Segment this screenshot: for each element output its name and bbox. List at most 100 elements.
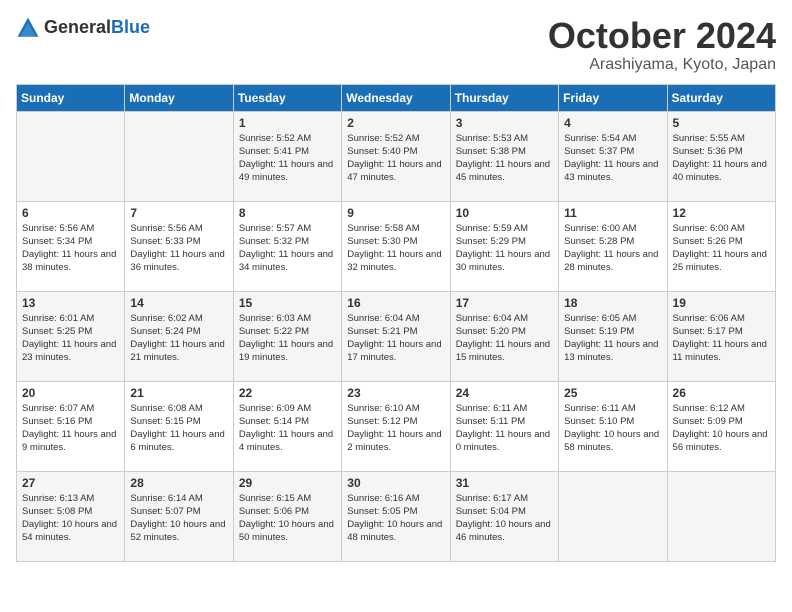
day-number: 30 [347, 476, 444, 490]
day-info: Sunrise: 6:08 AM Sunset: 5:15 PM Dayligh… [130, 402, 227, 455]
day-info: Sunrise: 6:14 AM Sunset: 5:07 PM Dayligh… [130, 492, 227, 545]
calendar-week-row: 6Sunrise: 5:56 AM Sunset: 5:34 PM Daylig… [17, 201, 776, 291]
day-info: Sunrise: 6:02 AM Sunset: 5:24 PM Dayligh… [130, 312, 227, 365]
calendar-cell: 9 Sunrise: 5:58 AM Sunset: 5:30 PM Daylig… [342, 201, 450, 291]
day-info: Sunrise: 6:12 AM Sunset: 5:09 PM Dayligh… [673, 402, 770, 455]
calendar-week-row: 20 Sunrise: 6:07 AM Sunset: 5:16 PM Dayli… [17, 381, 776, 471]
day-info: Sunrise: 5:55 AM Sunset: 5:36 PM Dayligh… [673, 132, 770, 185]
calendar-cell: 30 Sunrise: 6:16 AM Sunset: 5:05 PM Dayli… [342, 471, 450, 561]
calendar-cell: 24 Sunrise: 6:11 AM Sunset: 5:11 PM Dayli… [450, 381, 558, 471]
logo-text-blue: Blue [111, 17, 150, 37]
calendar-cell: 2Sunrise: 5:52 AM Sunset: 5:40 PM Daylig… [342, 111, 450, 201]
calendar-cell: 6Sunrise: 5:56 AM Sunset: 5:34 PM Daylig… [17, 201, 125, 291]
calendar-cell: 8 Sunrise: 5:57 AM Sunset: 5:32 PM Daylig… [233, 201, 341, 291]
calendar-cell: 5 Sunrise: 5:55 AM Sunset: 5:36 PM Daylig… [667, 111, 775, 201]
weekday-header: Wednesday [342, 84, 450, 111]
day-info: Sunrise: 6:17 AM Sunset: 5:04 PM Dayligh… [456, 492, 553, 545]
calendar-week-row: 13Sunrise: 6:01 AM Sunset: 5:25 PM Dayli… [17, 291, 776, 381]
day-number: 27 [22, 476, 119, 490]
day-info: Sunrise: 5:54 AM Sunset: 5:37 PM Dayligh… [564, 132, 661, 185]
day-info: Sunrise: 5:53 AM Sunset: 5:38 PM Dayligh… [456, 132, 553, 185]
weekday-header: Friday [559, 84, 667, 111]
day-info: Sunrise: 6:16 AM Sunset: 5:05 PM Dayligh… [347, 492, 444, 545]
day-info: Sunrise: 5:57 AM Sunset: 5:32 PM Dayligh… [239, 222, 336, 275]
calendar-cell: 21 Sunrise: 6:08 AM Sunset: 5:15 PM Dayli… [125, 381, 233, 471]
day-number: 7 [130, 206, 227, 220]
calendar-cell: 14Sunrise: 6:02 AM Sunset: 5:24 PM Dayli… [125, 291, 233, 381]
location: Arashiyama, Kyoto, Japan [548, 56, 776, 74]
calendar-cell: 19 Sunrise: 6:06 AM Sunset: 5:17 PM Dayli… [667, 291, 775, 381]
day-number: 15 [239, 296, 336, 310]
day-number: 22 [239, 386, 336, 400]
day-info: Sunrise: 6:01 AM Sunset: 5:25 PM Dayligh… [22, 312, 119, 365]
day-info: Sunrise: 6:15 AM Sunset: 5:06 PM Dayligh… [239, 492, 336, 545]
day-number: 10 [456, 206, 553, 220]
day-number: 3 [456, 116, 553, 130]
day-info: Sunrise: 6:03 AM Sunset: 5:22 PM Dayligh… [239, 312, 336, 365]
calendar-cell: 16Sunrise: 6:04 AM Sunset: 5:21 PM Dayli… [342, 291, 450, 381]
day-number: 12 [673, 206, 770, 220]
logo: GeneralBlue [16, 16, 150, 40]
calendar-cell [125, 111, 233, 201]
page-header: GeneralBlue October 2024 Arashiyama, Kyo… [16, 16, 776, 74]
day-number: 4 [564, 116, 661, 130]
calendar-cell: 23 Sunrise: 6:10 AM Sunset: 5:12 PM Dayli… [342, 381, 450, 471]
day-number: 1 [239, 116, 336, 130]
calendar-cell: 4 Sunrise: 5:54 AM Sunset: 5:37 PM Daylig… [559, 111, 667, 201]
day-info: Sunrise: 6:10 AM Sunset: 5:12 PM Dayligh… [347, 402, 444, 455]
day-info: Sunrise: 5:58 AM Sunset: 5:30 PM Dayligh… [347, 222, 444, 275]
weekday-header: Tuesday [233, 84, 341, 111]
calendar-cell: 22 Sunrise: 6:09 AM Sunset: 5:14 PM Dayli… [233, 381, 341, 471]
month-title: October 2024 [548, 16, 776, 56]
day-info: Sunrise: 6:07 AM Sunset: 5:16 PM Dayligh… [22, 402, 119, 455]
day-info: Sunrise: 6:11 AM Sunset: 5:11 PM Dayligh… [456, 402, 553, 455]
day-number: 28 [130, 476, 227, 490]
day-number: 19 [673, 296, 770, 310]
calendar-cell: 31 Sunrise: 6:17 AM Sunset: 5:04 PM Dayli… [450, 471, 558, 561]
calendar-cell [17, 111, 125, 201]
day-number: 29 [239, 476, 336, 490]
day-number: 5 [673, 116, 770, 130]
day-info: Sunrise: 5:56 AM Sunset: 5:33 PM Dayligh… [130, 222, 227, 275]
calendar-cell [667, 471, 775, 561]
calendar-cell: 29 Sunrise: 6:15 AM Sunset: 5:06 PM Dayli… [233, 471, 341, 561]
day-info: Sunrise: 6:00 AM Sunset: 5:26 PM Dayligh… [673, 222, 770, 275]
day-number: 2 [347, 116, 444, 130]
day-number: 18 [564, 296, 661, 310]
day-number: 23 [347, 386, 444, 400]
day-number: 20 [22, 386, 119, 400]
calendar-cell: 18Sunrise: 6:05 AM Sunset: 5:19 PM Dayli… [559, 291, 667, 381]
weekday-header: Saturday [667, 84, 775, 111]
weekday-header-row: SundayMondayTuesdayWednesdayThursdayFrid… [17, 84, 776, 111]
day-info: Sunrise: 6:09 AM Sunset: 5:14 PM Dayligh… [239, 402, 336, 455]
calendar-cell: 1 Sunrise: 5:52 AM Sunset: 5:41 PM Daylig… [233, 111, 341, 201]
day-number: 9 [347, 206, 444, 220]
day-number: 26 [673, 386, 770, 400]
calendar-cell: 15 Sunrise: 6:03 AM Sunset: 5:22 PM Dayli… [233, 291, 341, 381]
calendar-cell [559, 471, 667, 561]
calendar-cell: 7 Sunrise: 5:56 AM Sunset: 5:33 PM Daylig… [125, 201, 233, 291]
day-info: Sunrise: 6:13 AM Sunset: 5:08 PM Dayligh… [22, 492, 119, 545]
calendar-cell: 20 Sunrise: 6:07 AM Sunset: 5:16 PM Dayli… [17, 381, 125, 471]
calendar-week-row: 1 Sunrise: 5:52 AM Sunset: 5:41 PM Daylig… [17, 111, 776, 201]
day-info: Sunrise: 6:04 AM Sunset: 5:20 PM Dayligh… [456, 312, 553, 365]
calendar-cell: 25 Sunrise: 6:11 AM Sunset: 5:10 PM Dayli… [559, 381, 667, 471]
day-number: 11 [564, 206, 661, 220]
logo-icon [16, 16, 40, 40]
calendar-cell: 12 Sunrise: 6:00 AM Sunset: 5:26 PM Dayli… [667, 201, 775, 291]
title-block: October 2024 Arashiyama, Kyoto, Japan [548, 16, 776, 74]
day-number: 8 [239, 206, 336, 220]
day-number: 31 [456, 476, 553, 490]
day-number: 21 [130, 386, 227, 400]
day-info: Sunrise: 6:00 AM Sunset: 5:28 PM Dayligh… [564, 222, 661, 275]
calendar-cell: 17Sunrise: 6:04 AM Sunset: 5:20 PM Dayli… [450, 291, 558, 381]
calendar-cell: 3 Sunrise: 5:53 AM Sunset: 5:38 PM Daylig… [450, 111, 558, 201]
calendar-table: SundayMondayTuesdayWednesdayThursdayFrid… [16, 84, 776, 562]
day-number: 25 [564, 386, 661, 400]
day-number: 24 [456, 386, 553, 400]
weekday-header: Thursday [450, 84, 558, 111]
day-info: Sunrise: 5:52 AM Sunset: 5:41 PM Dayligh… [239, 132, 336, 185]
calendar-cell: 26 Sunrise: 6:12 AM Sunset: 5:09 PM Dayli… [667, 381, 775, 471]
day-info: Sunrise: 6:06 AM Sunset: 5:17 PM Dayligh… [673, 312, 770, 365]
day-info: Sunrise: 6:11 AM Sunset: 5:10 PM Dayligh… [564, 402, 661, 455]
